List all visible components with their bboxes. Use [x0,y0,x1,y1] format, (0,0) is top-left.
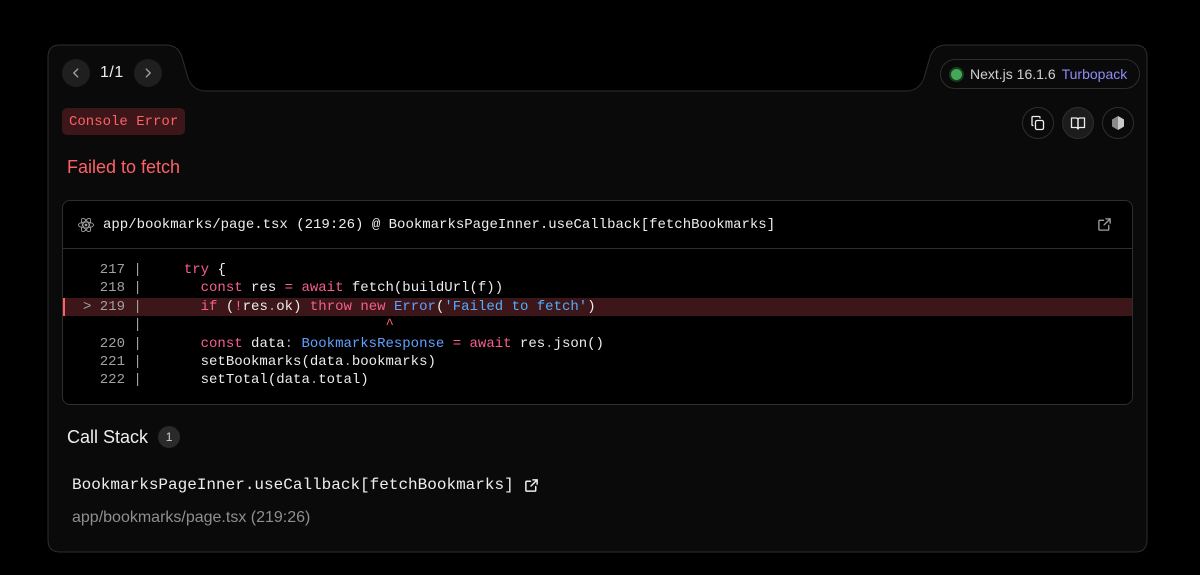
chevron-left-icon [73,68,79,78]
code-lines: 217 | try {218 | const res = await fetch… [63,249,1132,390]
error-message: Failed to fetch [67,157,181,177]
open-in-editor-icon[interactable] [1097,217,1112,232]
code-line: 222 | setTotal(data.total) [63,371,1132,389]
code-frame-header: app/bookmarks/page.tsx (219:26) @ Bookma… [63,201,1132,249]
error-pagination: 1/1 [62,59,162,87]
react-icon [78,217,94,232]
call-stack-frame[interactable]: BookmarksPageInner.useCallback[fetchBook… [72,476,539,494]
nodejs-inspector-button[interactable] [1102,107,1134,139]
docs-button[interactable] [1062,107,1094,139]
code-frame: app/bookmarks/page.tsx (219:26) @ Bookma… [62,200,1133,405]
nodejs-icon [1112,116,1124,130]
code-line: 218 | const res = await fetch(buildUrl(f… [63,279,1132,297]
call-stack-count-badge: 1 [158,426,181,448]
line-number: 217 [99,262,125,278]
code-line: 220 | const data: BookmarksResponse = aw… [63,335,1132,353]
version-staleness-badge[interactable]: Next.js 16.1.6 Turbopack [940,59,1141,89]
nextjs-version: Next.js 16.1.6 [970,66,1056,82]
call-stack-title: Call Stack [67,426,149,447]
error-toolbar [1022,107,1134,139]
code-line: | ^ [133,317,394,334]
stack-frame-location: app/bookmarks/page.tsx (219:26) [72,509,311,526]
next-error-button[interactable] [133,59,162,87]
chevron-right-icon [145,68,151,78]
bundler-label: Turbopack [1061,66,1128,82]
line-number: 222 [99,372,125,389]
line-number: 218 [99,280,125,297]
previous-error-button[interactable] [62,59,90,87]
code-frame-file-label: app/bookmarks/page.tsx (219:26) @ Bookma… [103,216,776,233]
line-number: 221 [99,353,125,370]
line-number: 220 [99,335,125,352]
call-stack-header: Call Stack 1 [67,426,181,448]
error-type-badge: Console Error [62,108,186,135]
book-icon [1070,117,1086,130]
error-type-label: Console Error [69,113,179,130]
code-line: 217 | try { [63,261,1132,279]
page-counter: 1/1 [100,64,124,81]
code-line: 221 | setBookmarks(data.bookmarks) [63,353,1132,371]
status-dot-icon [951,68,962,80]
code-line-error: > 219 | if (!res.ok) throw new Error('Fa… [63,297,1132,317]
copy-error-button[interactable] [1022,107,1054,139]
open-in-editor-icon[interactable] [524,478,539,493]
copy-icon [1031,115,1045,131]
stack-frame-function: BookmarksPageInner.useCallback[fetchBook… [72,476,514,494]
line-number: > 219 [82,298,125,315]
